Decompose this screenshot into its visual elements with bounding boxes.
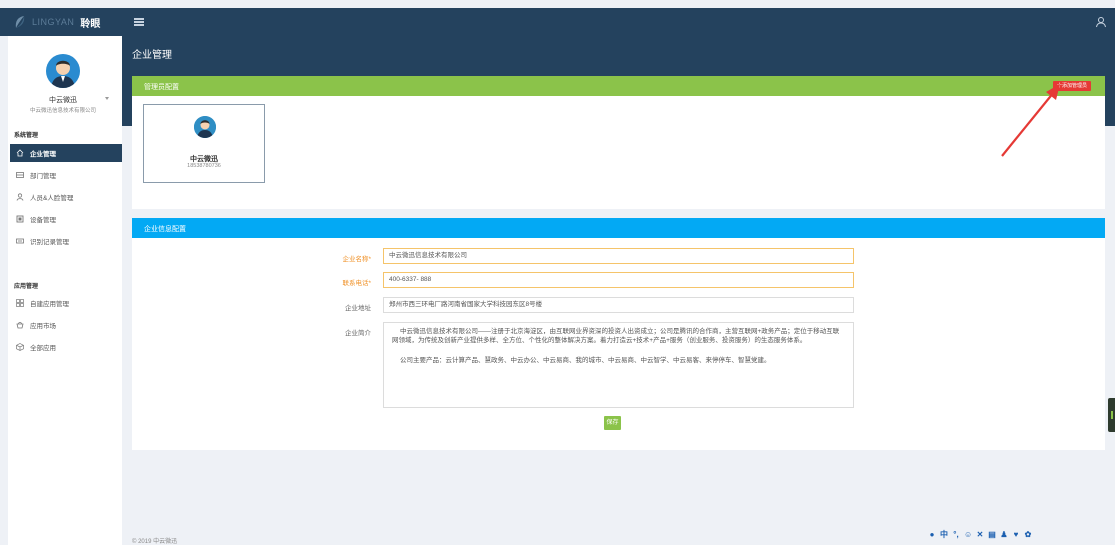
panel-title: 企业信息配置 <box>144 226 186 233</box>
top-bar: LINGYAN 聆眼 <box>0 8 1115 36</box>
home-icon <box>16 149 24 157</box>
sidebar-item-device[interactable]: 设备管理 <box>10 210 122 228</box>
intro-textarea[interactable]: 中云微迅信息技术有限公司——注册于北京海淀区，由互联网业界资深的投资人出资成立；… <box>383 322 854 408</box>
admin-avatar <box>194 116 216 138</box>
ime-settings-icon[interactable]: ✿ <box>1024 531 1032 539</box>
grid-icon <box>16 299 24 307</box>
footer-copyright: © 2019 中云微迅 <box>132 539 178 545</box>
ime-logo-icon[interactable]: ● <box>928 531 936 539</box>
nav-group-title: 应用管理 <box>14 284 39 290</box>
ime-tools-icon[interactable]: ✕ <box>976 531 984 539</box>
brand-name-cn: 聆眼 <box>80 18 101 30</box>
leaf-logo-icon <box>15 16 25 28</box>
sidebar: 中云微迅 中云微迅信息技术有限公司 系统管理 企业管理 部门管理 人员&人脸管理… <box>8 36 122 545</box>
panel-header: 企业信息配置 <box>132 218 1105 238</box>
sidebar-item-label: 识别记录管理 <box>30 239 69 246</box>
sidebar-item-all-apps[interactable]: 全部应用 <box>10 338 122 356</box>
person-icon <box>16 193 24 201</box>
sidebar-item-label: 部门管理 <box>30 173 56 180</box>
ime-toolbar[interactable]: ● 中 °, ☺ ✕ ▤ ♟ ♥ ✿ <box>928 531 1032 539</box>
sidebar-item-label: 全部应用 <box>30 345 56 352</box>
brand-logo[interactable]: LINGYAN 聆眼 <box>14 8 100 36</box>
sidebar-item-app-market[interactable]: 应用市场 <box>10 316 122 334</box>
intro-paragraph: 公司主要产品：云计算产品、慧政务、中云办公、中云易商、我的城市、中云易商、中云智… <box>400 357 771 364</box>
admin-config-panel: 管理员配置 十添加管理员 中云微迅 18538780736 <box>132 76 1105 209</box>
admin-phone: 18538780736 <box>187 163 221 169</box>
ime-lang-icon[interactable]: 中 <box>940 531 948 539</box>
sidebar-item-label: 企业管理 <box>30 151 56 158</box>
sidebar-item-label: 自建应用管理 <box>30 301 69 308</box>
annotation-arrow-icon <box>1001 84 1060 157</box>
sidebar-item-records[interactable]: 识别记录管理 <box>10 232 122 250</box>
cube-icon <box>16 343 24 351</box>
brand-name-en: LINGYAN <box>32 17 75 27</box>
ime-skin-icon[interactable]: ♥ <box>1012 531 1020 539</box>
address-field[interactable]: 郑州市西三环电厂路河南省国家大学科技园东区8号楼 <box>383 297 854 313</box>
sidebar-item-custom-apps[interactable]: 自建应用管理 <box>10 294 122 312</box>
panel-title: 管理员配置 <box>144 84 179 91</box>
nav-group-title: 系统管理 <box>14 133 39 139</box>
sidebar-item-label: 设备管理 <box>30 217 56 224</box>
market-icon <box>16 322 24 329</box>
side-drawer-handle[interactable] <box>1108 398 1115 432</box>
phone-label: 联系电话* <box>342 280 371 287</box>
phone-field[interactable]: 400-6337- 888 <box>383 272 854 288</box>
sidebar-item-people[interactable]: 人员&人脸管理 <box>10 188 122 206</box>
chevron-down-icon[interactable] <box>105 97 109 100</box>
company-name-label: 企业名称* <box>342 256 371 263</box>
profile-org: 中云微迅信息技术有限公司 <box>29 108 96 114</box>
admin-card[interactable]: 中云微迅 18538780736 <box>143 104 265 183</box>
sidebar-item-label: 应用市场 <box>30 323 56 330</box>
save-button[interactable]: 保存 <box>604 416 621 430</box>
avatar[interactable] <box>46 54 80 88</box>
ime-emoji-icon[interactable]: ☺ <box>964 531 972 539</box>
sidebar-item-label: 人员&人脸管理 <box>30 195 74 202</box>
ime-punct-icon[interactable]: °, <box>952 531 960 539</box>
user-icon[interactable] <box>1095 16 1107 28</box>
record-icon <box>16 238 24 244</box>
intro-label: 企业简介 <box>345 330 371 337</box>
hamburger-icon[interactable] <box>134 18 144 26</box>
intro-paragraph: 中云微迅信息技术有限公司——注册于北京海淀区，由互联网业界资深的投资人出资成立；… <box>392 328 840 344</box>
profile-name[interactable]: 中云微迅 <box>8 95 118 105</box>
address-label: 企业地址 <box>345 305 371 312</box>
avatar-person-icon <box>46 54 80 88</box>
sidebar-item-department[interactable]: 部门管理 <box>10 166 122 184</box>
ime-user-icon[interactable]: ♟ <box>1000 531 1008 539</box>
ime-keyboard-icon[interactable]: ▤ <box>988 531 996 539</box>
enterprise-info-panel: 企业信息配置 企业名称* 中云微迅信息技术有限公司 联系电话* 400-6337… <box>132 218 1105 450</box>
device-icon <box>16 215 24 223</box>
sidebar-item-enterprise[interactable]: 企业管理 <box>10 144 122 162</box>
page-title: 企业管理 <box>132 50 172 61</box>
company-name-field[interactable]: 中云微迅信息技术有限公司 <box>383 248 854 264</box>
avatar-person-icon <box>194 116 216 138</box>
panel-header: 管理员配置 十添加管理员 <box>132 76 1105 96</box>
department-icon <box>16 172 24 178</box>
